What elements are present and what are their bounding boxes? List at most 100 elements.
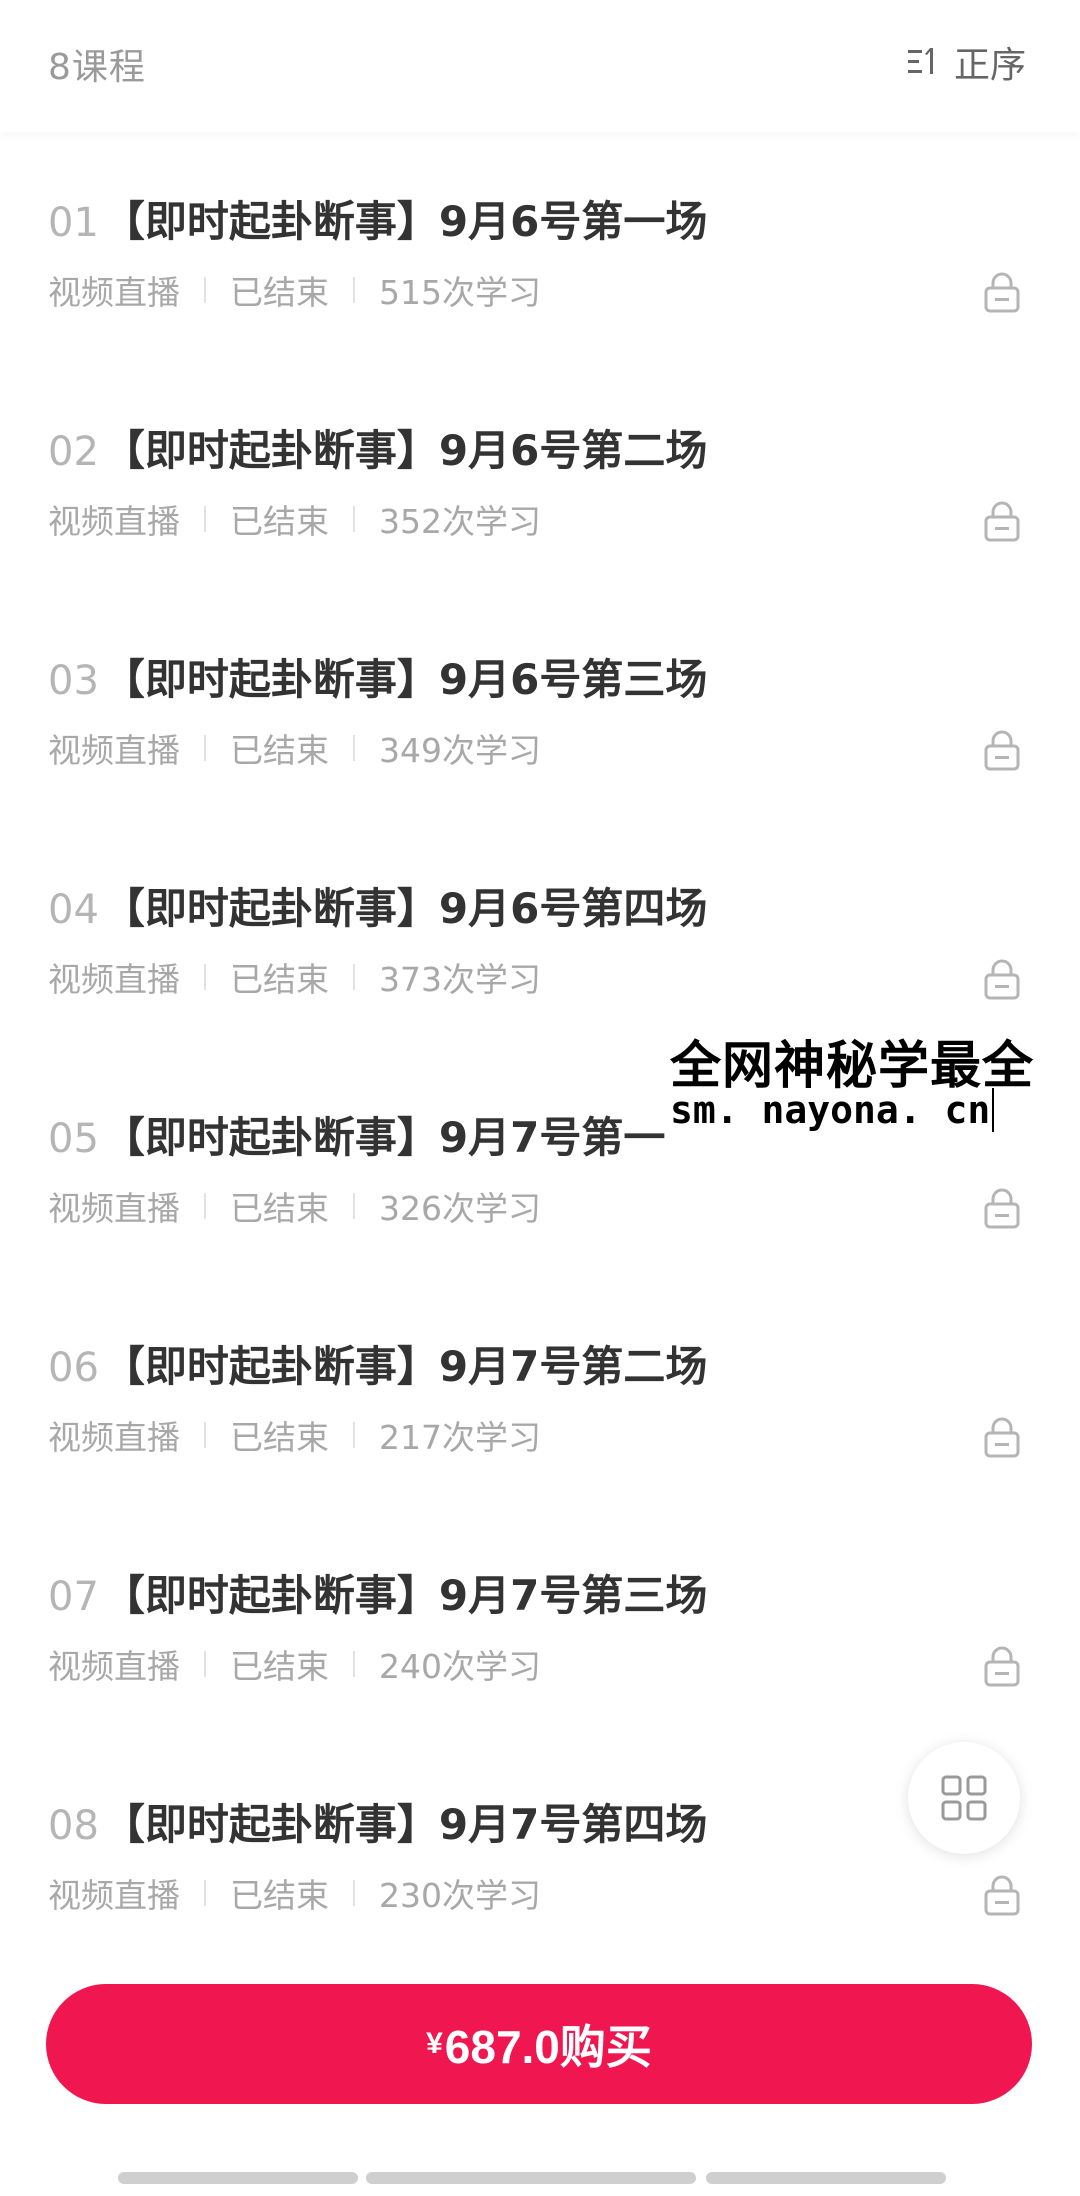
lesson-status: 已结束 [230, 1876, 329, 1915]
watermark-overlay: 全网神秘学最全 sm. nayona. cn [670, 1024, 1070, 1140]
sort-order-icon [907, 48, 933, 74]
currency-symbol: ¥ [426, 2027, 443, 2060]
lesson-meta: 视频直播 已结束 349次学习 [48, 724, 541, 772]
lock-icon [984, 1875, 1020, 1916]
lesson-index: 05 [48, 1116, 99, 1162]
lesson-item[interactable]: 06 【即时起卦断事】9月7号第二场 视频直播 已结束 217次学习 [0, 1277, 1080, 1506]
meta-divider [204, 1880, 206, 1906]
meta-divider [204, 506, 206, 532]
lesson-item[interactable]: 07 【即时起卦断事】9月7号第三场 视频直播 已结束 240次学习 [0, 1506, 1080, 1735]
lesson-status: 已结束 [230, 731, 329, 770]
lesson-item[interactable]: 03 【即时起卦断事】9月6号第三场 视频直播 已结束 349次学习 [0, 590, 1080, 819]
lesson-title: 07 【即时起卦断事】9月7号第三场 [48, 1562, 707, 1623]
lesson-index: 02 [48, 429, 99, 475]
sort-order-label: 正序 [953, 45, 1026, 86]
lesson-meta: 视频直播 已结束 373次学习 [48, 953, 541, 1001]
meta-divider [353, 1193, 355, 1219]
meta-divider [353, 1651, 355, 1677]
lesson-title: 03 【即时起卦断事】9月6号第三场 [48, 646, 707, 707]
lesson-status: 已结束 [230, 1189, 329, 1228]
lesson-type: 视频直播 [48, 731, 180, 770]
lesson-title: 02 【即时起卦断事】9月6号第二场 [48, 417, 707, 478]
meta-divider [204, 1422, 206, 1448]
lock-icon [984, 272, 1020, 313]
lock-icon [984, 730, 1020, 771]
watermark-url: sm. nayona. cn [670, 1088, 995, 1132]
lock-icon [984, 501, 1020, 542]
lesson-name: 【即时起卦断事】9月6号第一场 [102, 197, 708, 246]
watermark-title: 全网神秘学最全 [670, 1037, 1035, 1096]
meta-divider [353, 735, 355, 761]
lesson-meta: 视频直播 已结束 515次学习 [48, 266, 541, 314]
course-count: 8课程 [48, 47, 146, 88]
lesson-views: 230次学习 [379, 1876, 541, 1915]
lesson-meta: 视频直播 已结束 230次学习 [48, 1869, 541, 1917]
lesson-type: 视频直播 [48, 502, 180, 541]
lesson-title: 05 【即时起卦断事】9月7号第一 [48, 1104, 665, 1165]
lesson-type: 视频直播 [48, 1876, 180, 1915]
lesson-meta: 视频直播 已结束 240次学习 [48, 1640, 541, 1688]
lesson-title: 06 【即时起卦断事】9月7号第二场 [48, 1333, 707, 1394]
meta-divider [204, 1193, 206, 1219]
lesson-type: 视频直播 [48, 1189, 180, 1228]
bottom-nav-bar [118, 2172, 358, 2184]
lesson-status: 已结束 [230, 1418, 329, 1457]
lesson-views: 373次学习 [379, 960, 541, 999]
sort-order-toggle[interactable]: 正序 [906, 36, 1026, 88]
course-list-header: 8课程 正序 [0, 0, 1080, 132]
lesson-meta: 视频直播 已结束 217次学习 [48, 1411, 541, 1459]
grid-menu-icon [941, 1775, 987, 1821]
lesson-index: 07 [48, 1574, 99, 1620]
lesson-name: 【即时起卦断事】9月6号第三场 [102, 655, 708, 704]
bottom-nav-bar [706, 2172, 946, 2184]
lesson-item[interactable]: 01 【即时起卦断事】9月6号第一场 视频直播 已结束 515次学习 [0, 132, 1080, 361]
lesson-title: 08 【即时起卦断事】9月7号第四场 [48, 1791, 707, 1852]
lesson-name: 【即时起卦断事】9月7号第二场 [102, 1342, 708, 1391]
lesson-views: 326次学习 [379, 1189, 541, 1228]
lesson-views: 352次学习 [379, 502, 541, 541]
lesson-type: 视频直播 [48, 960, 180, 999]
lock-icon [984, 1646, 1020, 1687]
lesson-type: 视频直播 [48, 273, 180, 312]
lesson-views: 217次学习 [379, 1418, 541, 1457]
lesson-title: 01 【即时起卦断事】9月6号第一场 [48, 188, 707, 249]
lock-icon [984, 959, 1020, 1000]
lesson-item[interactable]: 04 【即时起卦断事】9月6号第四场 视频直播 已结束 373次学习 [0, 819, 1080, 1048]
meta-divider [204, 735, 206, 761]
lesson-type: 视频直播 [48, 1647, 180, 1686]
buy-label: 687.0购买 [444, 2021, 652, 2073]
lock-icon [984, 1417, 1020, 1458]
lesson-index: 08 [48, 1803, 99, 1849]
lesson-name: 【即时起卦断事】9月6号第四场 [102, 884, 708, 933]
lesson-meta: 视频直播 已结束 352次学习 [48, 495, 541, 543]
meta-divider [204, 277, 206, 303]
grid-menu-button[interactable] [908, 1742, 1020, 1854]
lesson-index: 01 [48, 200, 99, 246]
lesson-status: 已结束 [230, 1647, 329, 1686]
lesson-name: 【即时起卦断事】9月7号第四场 [102, 1800, 708, 1849]
meta-divider [353, 964, 355, 990]
lesson-views: 349次学习 [379, 731, 541, 770]
meta-divider [353, 506, 355, 532]
lesson-title: 04 【即时起卦断事】9月6号第四场 [48, 875, 707, 936]
lesson-index: 03 [48, 658, 99, 704]
lesson-status: 已结束 [230, 273, 329, 312]
meta-divider [204, 1651, 206, 1677]
lesson-index: 04 [48, 887, 99, 933]
meta-divider [353, 1422, 355, 1448]
lock-icon [984, 1188, 1020, 1229]
meta-divider [353, 277, 355, 303]
lesson-type: 视频直播 [48, 1418, 180, 1457]
lesson-index: 06 [48, 1345, 99, 1391]
lesson-item[interactable]: 02 【即时起卦断事】9月6号第二场 视频直播 已结束 352次学习 [0, 361, 1080, 590]
lesson-views: 240次学习 [379, 1647, 541, 1686]
meta-divider [353, 1880, 355, 1906]
lesson-name: 【即时起卦断事】9月7号第三场 [102, 1571, 708, 1620]
lesson-name: 【即时起卦断事】9月7号第一 [102, 1113, 666, 1162]
lesson-status: 已结束 [230, 960, 329, 999]
lesson-name: 【即时起卦断事】9月6号第二场 [102, 426, 708, 475]
buy-button[interactable]: ¥ 687.0购买 [46, 1984, 1032, 2104]
lesson-status: 已结束 [230, 502, 329, 541]
lesson-meta: 视频直播 已结束 326次学习 [48, 1182, 541, 1230]
meta-divider [204, 964, 206, 990]
